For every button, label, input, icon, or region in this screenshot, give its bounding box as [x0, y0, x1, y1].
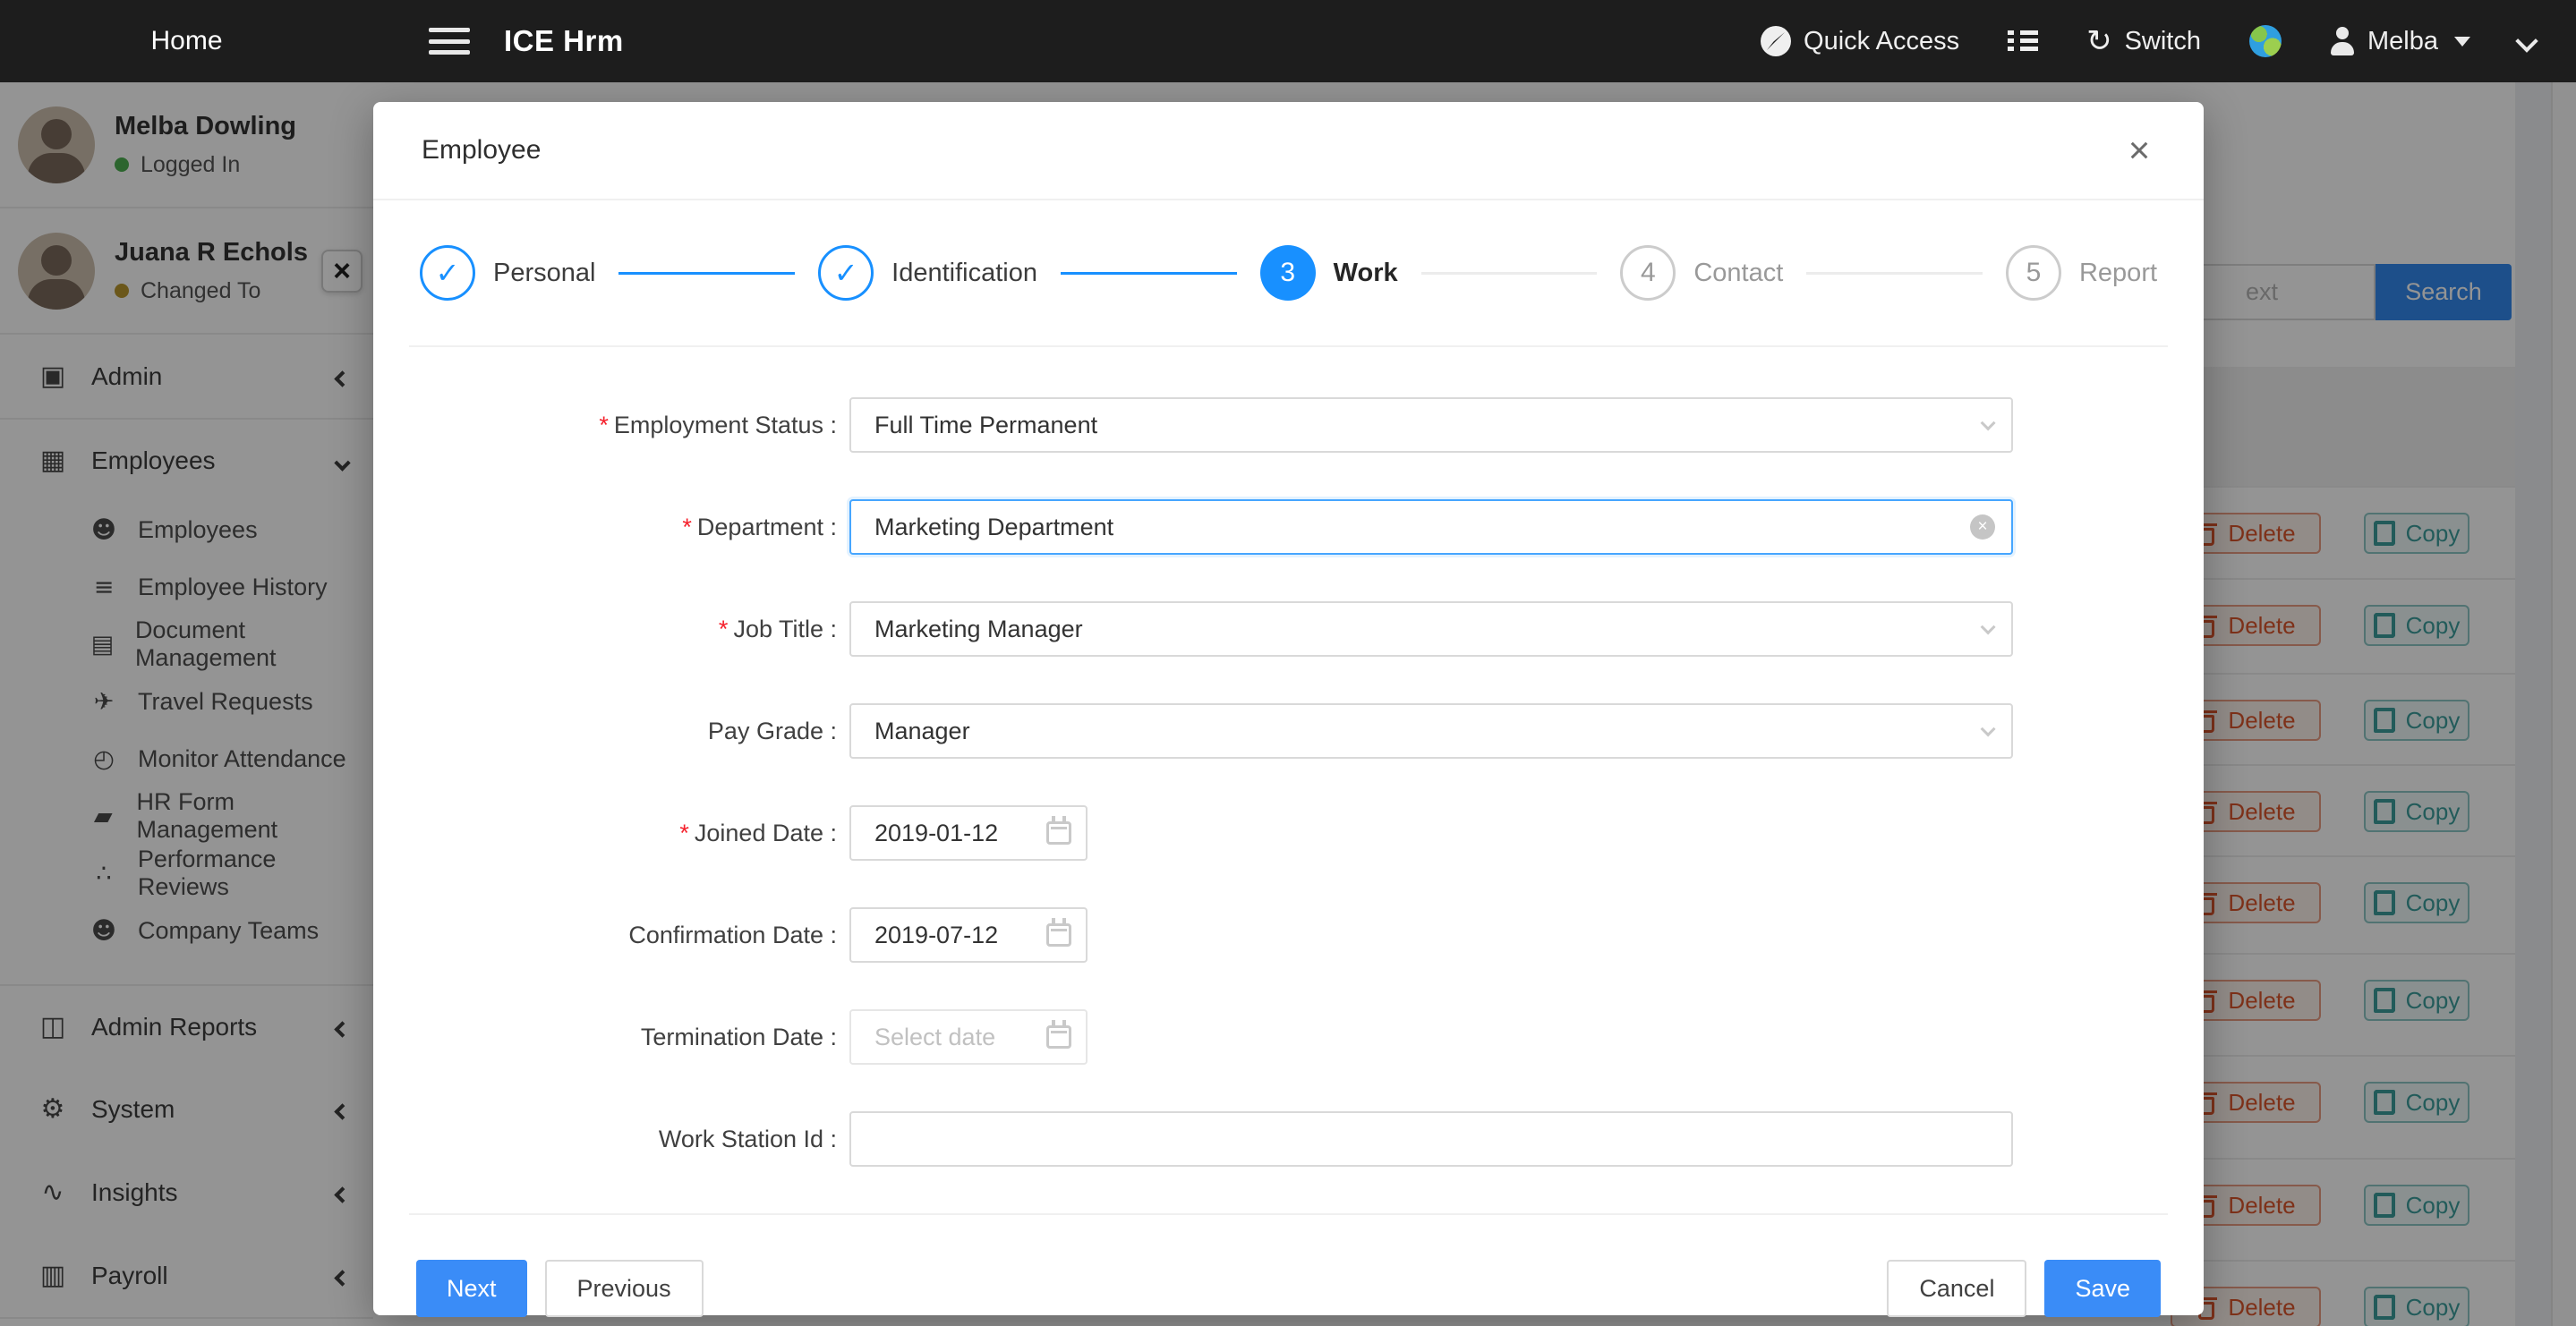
- home-link[interactable]: Home: [0, 26, 373, 56]
- required-asterisk: *: [679, 820, 689, 846]
- step-report[interactable]: 5 Report: [2006, 245, 2157, 301]
- step-number: 3: [1280, 258, 1295, 288]
- joined-date-picker[interactable]: 2019-01-12: [849, 805, 1088, 861]
- required-asterisk: *: [599, 412, 609, 438]
- chevron-down-icon: [1981, 619, 1996, 634]
- field-label-department: *Department :: [384, 514, 849, 541]
- job-title-select[interactable]: Marketing Manager: [849, 601, 2013, 657]
- step-work[interactable]: 3 Work: [1260, 245, 1398, 301]
- cancel-button[interactable]: Cancel: [1887, 1260, 2026, 1317]
- step-connector: [618, 272, 795, 275]
- employment-status-select[interactable]: Full Time Permanent: [849, 397, 2013, 453]
- step-connector: [1061, 272, 1237, 275]
- modal-title: Employee: [422, 135, 541, 166]
- clear-icon[interactable]: ×: [1970, 514, 1995, 540]
- field-label-termination-date: Termination Date :: [384, 1024, 849, 1051]
- field-label-pay-grade: Pay Grade :: [384, 718, 849, 745]
- language-globe-button[interactable]: [2249, 25, 2282, 57]
- step-personal[interactable]: ✓ Personal: [420, 245, 595, 301]
- chevron-down-icon: [1981, 721, 1996, 736]
- app-title: ICE Hrm: [504, 24, 624, 58]
- modal-footer: Next Previous Cancel Save: [416, 1215, 2161, 1317]
- date-placeholder: Select date: [874, 1024, 995, 1051]
- work-station-id-input[interactable]: [849, 1111, 2013, 1167]
- save-button[interactable]: Save: [2044, 1260, 2161, 1317]
- field-label-confirmation-date: Confirmation Date :: [384, 922, 849, 949]
- topbar: Home ICE Hrm Quick Access ↻ Switch Melba: [0, 0, 2576, 82]
- required-asterisk: *: [682, 514, 692, 540]
- modal-close-button[interactable]: ×: [2114, 125, 2164, 175]
- user-name: Melba: [2367, 27, 2438, 56]
- field-label-work-station-id: Work Station Id :: [384, 1126, 849, 1153]
- check-icon: ✓: [436, 256, 460, 290]
- step-number: 5: [2026, 258, 2042, 288]
- department-select[interactable]: Marketing Department ×: [849, 499, 2013, 555]
- calendar-icon: [1046, 923, 1071, 947]
- step-identification[interactable]: ✓ Identification: [818, 245, 1037, 301]
- person-icon: [2330, 27, 2355, 55]
- confirmation-date-picker[interactable]: 2019-07-12: [849, 907, 1088, 963]
- quick-access-button[interactable]: Quick Access: [1761, 26, 1959, 56]
- step-contact[interactable]: 4 Contact: [1620, 245, 1783, 301]
- user-menu[interactable]: Melba: [2330, 27, 2470, 56]
- required-asterisk: *: [719, 616, 729, 642]
- hamburger-menu-icon[interactable]: [429, 28, 470, 55]
- step-connector: [1806, 272, 1983, 275]
- termination-date-picker[interactable]: Select date: [849, 1009, 1088, 1065]
- employee-modal: Employee × ✓ Personal ✓ Identification 3…: [373, 102, 2204, 1315]
- app-screen: ext Search Delete Copy Delete Copy Delet…: [0, 0, 2576, 1326]
- calendar-icon: [1046, 1025, 1071, 1049]
- caret-down-icon: [2454, 37, 2470, 47]
- step-number: 4: [1641, 258, 1656, 288]
- collapse-topbar-chevron-icon[interactable]: [2515, 30, 2538, 52]
- field-label-job-title: *Job Title :: [384, 616, 849, 643]
- check-icon: ✓: [834, 256, 858, 290]
- previous-button[interactable]: Previous: [545, 1260, 704, 1317]
- globe-icon: [2249, 25, 2282, 57]
- field-label-employment-status: *Employment Status :: [384, 412, 849, 439]
- close-icon: ×: [2128, 129, 2151, 172]
- field-label-joined-date: *Joined Date :: [384, 820, 849, 847]
- switch-button[interactable]: ↻ Switch: [2086, 26, 2201, 56]
- chevron-down-icon: [1981, 415, 1996, 430]
- tasklist-button[interactable]: [2008, 29, 2038, 54]
- refresh-icon: ↻: [2086, 26, 2112, 56]
- step-wizard: ✓ Personal ✓ Identification 3 Work 4 Con…: [409, 200, 2168, 347]
- compass-icon: [1761, 26, 1791, 56]
- work-form: *Employment Status : Full Time Permanent…: [373, 347, 2204, 1167]
- calendar-icon: [1046, 821, 1071, 845]
- next-button[interactable]: Next: [416, 1260, 527, 1317]
- step-connector: [1421, 272, 1598, 275]
- tasklist-icon: [2008, 29, 2038, 54]
- pay-grade-select[interactable]: Manager: [849, 703, 2013, 759]
